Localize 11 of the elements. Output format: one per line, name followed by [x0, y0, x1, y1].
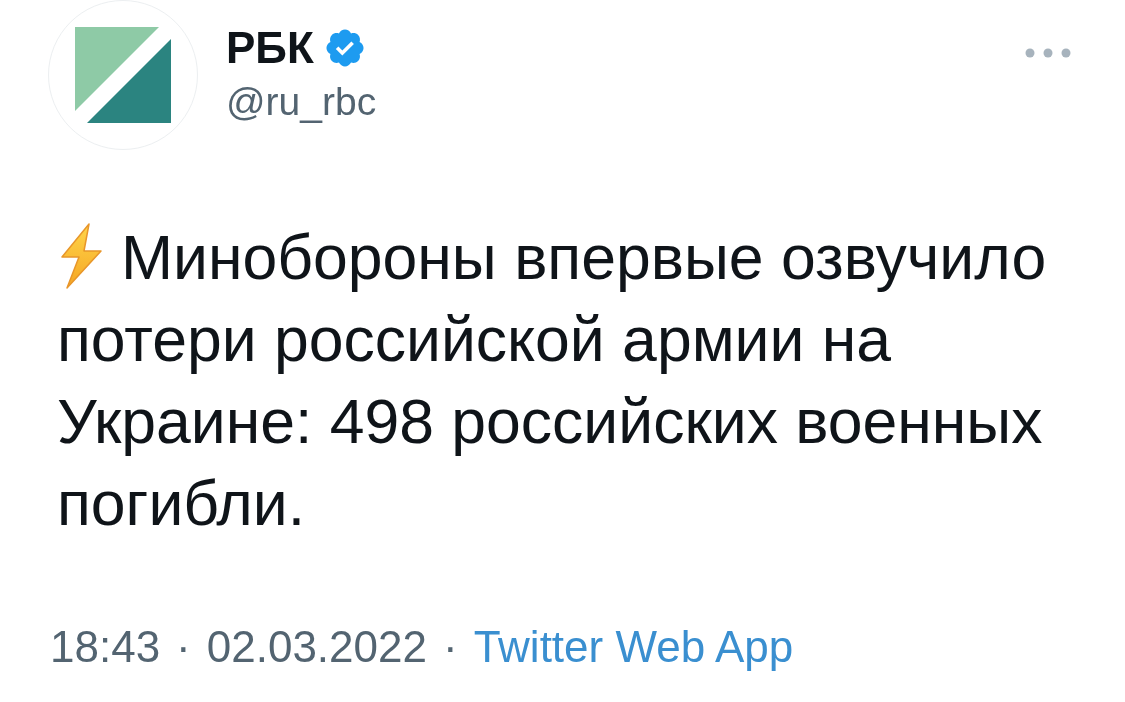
author-name[interactable]: РБК — [226, 22, 314, 74]
tweet-meta-text: · — [443, 622, 458, 672]
tweet-meta-text: · — [176, 622, 191, 672]
tweet-text: Минобороны впервые озвучило потери российской армии на Украине: 498 российских военных погибли. — [57, 221, 1048, 540]
verified-badge-icon — [325, 29, 364, 67]
tweet-meta-text: 02.03.2022 — [206, 622, 427, 672]
author-handle[interactable]: @ru_rbc — [226, 78, 1021, 126]
tweet-meta-text: 18:43 — [50, 622, 161, 672]
more-dots-icon — [1025, 48, 1071, 58]
source-link[interactable]: Twitter Web App — [473, 622, 794, 672]
split-square-logo-icon — [75, 27, 171, 123]
